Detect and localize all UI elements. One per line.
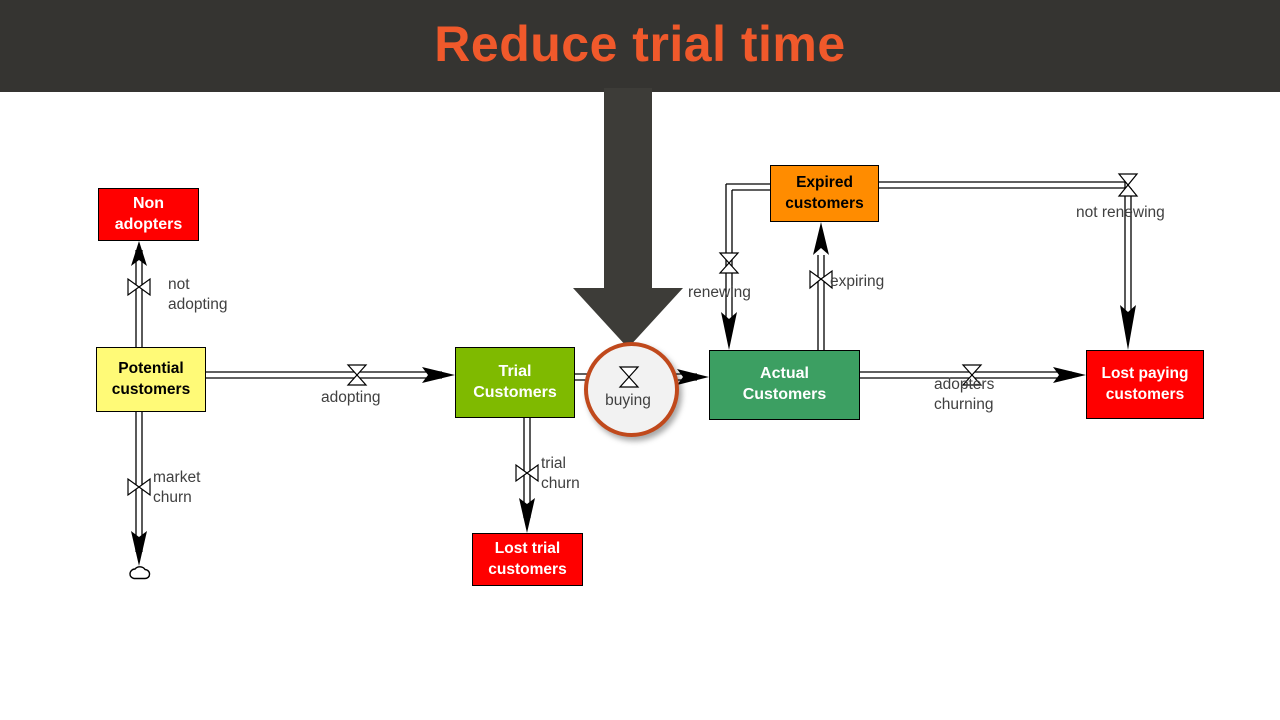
valve-not-renewing bbox=[1117, 173, 1139, 197]
stock-label-line2: Customers bbox=[473, 383, 557, 401]
stock-lost-trial-customers[interactable]: Lost trial customers bbox=[472, 533, 583, 586]
stock-label-line1: Non bbox=[132, 194, 165, 212]
flow-pipe-adopting bbox=[206, 364, 455, 386]
flow-label-line1: buying bbox=[605, 392, 651, 409]
flow-label-renewing: renewing bbox=[688, 283, 751, 303]
stock-label-line2: customers bbox=[488, 560, 567, 578]
flow-label-line2: churning bbox=[934, 395, 994, 413]
valve-renewing bbox=[718, 252, 740, 274]
stock-expired-customers[interactable]: Expired customers bbox=[770, 165, 879, 222]
stock-label-line1: Lost paying bbox=[1101, 365, 1189, 383]
stock-label-line1: Lost trial bbox=[494, 540, 561, 558]
flow-label-adopters-churning: adopters churning bbox=[934, 375, 994, 415]
flow-pipe-renewing bbox=[718, 183, 770, 350]
flow-label-line2: churn bbox=[541, 474, 580, 492]
stock-label-line1: Expired bbox=[796, 174, 853, 192]
slide-canvas: Reduce trial time Non adopters Potential… bbox=[0, 0, 1280, 720]
flow-label-adopting: adopting bbox=[321, 388, 380, 408]
flow-label-line2: churn bbox=[153, 488, 192, 506]
stock-label-line2: adopters bbox=[114, 215, 183, 233]
stock-potential-customers[interactable]: Potential customers bbox=[96, 347, 206, 412]
stock-label-line1: Actual bbox=[760, 365, 809, 383]
flow-pipe-not-adopting bbox=[127, 241, 151, 347]
valve-trial-churn bbox=[515, 463, 539, 483]
stock-label-line1: Potential bbox=[118, 360, 184, 378]
stock-lost-paying-customers[interactable]: Lost paying customers bbox=[1086, 350, 1204, 419]
valve-not-adopting bbox=[127, 277, 151, 297]
flow-label-line1: expiring bbox=[830, 273, 885, 290]
stock-label-line2: customers bbox=[111, 380, 191, 398]
stock-non-adopters[interactable]: Non adopters bbox=[98, 188, 199, 241]
flow-label-line1: renewing bbox=[688, 284, 751, 301]
flow-label-trial-churn: trial churn bbox=[541, 454, 580, 494]
valve-adopting bbox=[346, 364, 368, 386]
flow-label-market-churn: market churn bbox=[153, 468, 200, 508]
flow-pipe-trial-churn bbox=[515, 418, 539, 533]
flow-label-expiring: expiring bbox=[830, 272, 884, 292]
flow-label-not-adopting: not adopting bbox=[168, 275, 227, 315]
stock-label-line2: Customers bbox=[742, 386, 827, 403]
flow-pipe-not-renewing bbox=[879, 173, 1139, 350]
flow-label-line1: not renewing bbox=[1076, 204, 1165, 221]
flow-label-line1: adopting bbox=[321, 389, 381, 406]
stock-label-line2: customers bbox=[1105, 385, 1185, 403]
flow-pipe-expiring bbox=[809, 222, 833, 350]
emphasis-arrow bbox=[573, 88, 683, 348]
flow-label-not-renewing: not renewing bbox=[1076, 203, 1165, 223]
cloud-sink-icon bbox=[129, 566, 151, 580]
flow-label-line1: trial bbox=[541, 455, 566, 472]
stock-label-line1: Trial bbox=[498, 362, 532, 380]
flow-pipe-market-churn bbox=[127, 412, 151, 580]
stock-actual-customers[interactable]: Actual Customers bbox=[709, 350, 860, 420]
stock-label-line2: customers bbox=[785, 194, 864, 212]
flow-label-line1: adopters bbox=[934, 376, 995, 393]
valve-market-churn bbox=[127, 477, 151, 497]
stock-trial-customers[interactable]: Trial Customers bbox=[455, 347, 575, 418]
valve-expiring bbox=[809, 269, 833, 290]
flow-label-line1: not bbox=[168, 276, 190, 293]
flow-label-line2: adopting bbox=[168, 295, 228, 313]
flow-label-buying: buying bbox=[598, 391, 658, 411]
flow-label-line1: market bbox=[153, 469, 201, 486]
